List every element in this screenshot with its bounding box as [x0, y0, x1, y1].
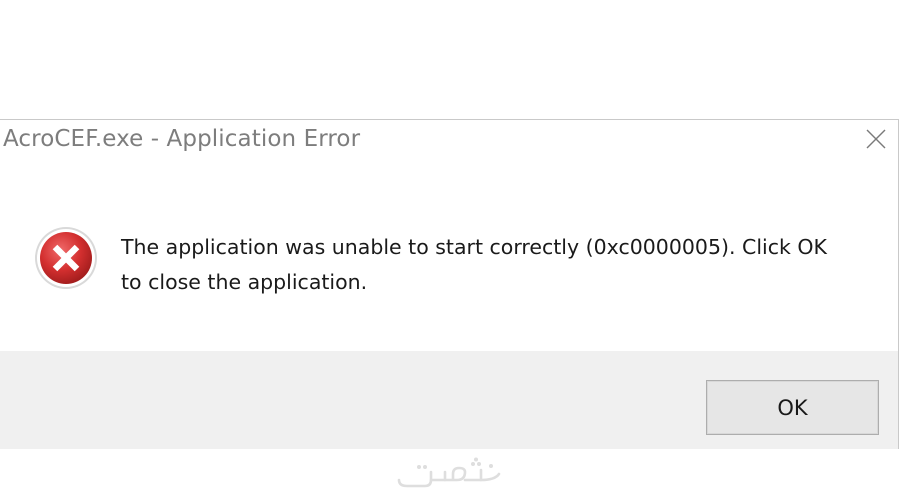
error-x-icon — [35, 227, 97, 289]
window-title: AcroCEF.exe - Application Error — [3, 126, 361, 152]
close-button[interactable] — [854, 120, 898, 158]
error-message-line-2: to close the application. — [121, 270, 368, 294]
error-dialog: AcroCEF.exe - Application Error The appl… — [0, 119, 899, 449]
dialog-content: The application was unable to start corr… — [0, 160, 898, 351]
button-bar: OK — [0, 351, 898, 449]
screen: AcroCEF.exe - Application Error The appl… — [0, 0, 900, 500]
error-message-line-1: The application was unable to start corr… — [121, 235, 827, 259]
title-bar: AcroCEF.exe - Application Error — [0, 120, 898, 160]
error-message: The application was unable to start corr… — [121, 230, 861, 300]
close-icon — [866, 129, 886, 149]
ok-button[interactable]: OK — [706, 380, 879, 435]
khamsat-watermark-logo — [397, 457, 501, 488]
